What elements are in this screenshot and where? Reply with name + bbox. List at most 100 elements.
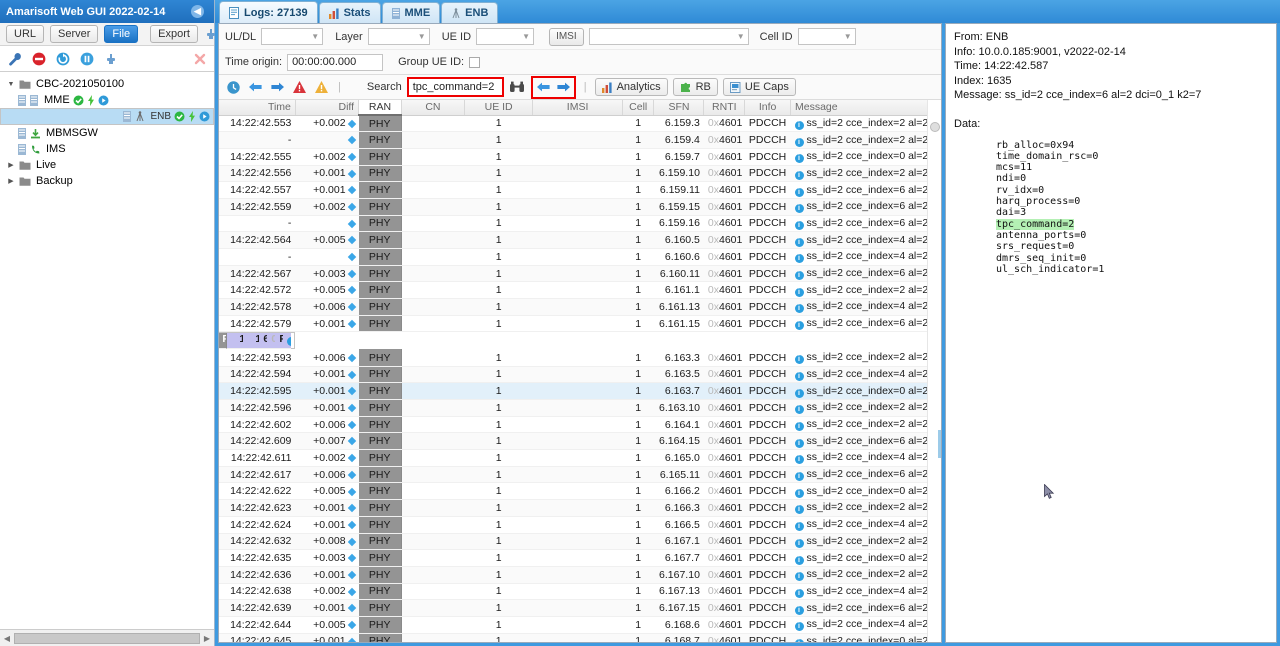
col-header-diff[interactable]: Diff (295, 100, 360, 116)
table-row[interactable]: 14:22:42.587+0.008PHY116.162.110x4601PDC… (219, 332, 296, 350)
uldl-select[interactable]: ▼ (261, 28, 324, 45)
log-table-container[interactable]: Time Diff RAN CN UE ID IMSI Cell SFN RNT… (219, 100, 941, 642)
error-triangle-icon[interactable] (291, 79, 308, 96)
col-header-imsi[interactable]: IMSI (532, 100, 623, 116)
imsi-button[interactable]: IMSI (549, 27, 584, 46)
table-row[interactable]: - PHY 1 1 6.160.6 0x4601 PDCCH i ss_id=2 cce_ind… (219, 248, 941, 266)
table-row[interactable]: 14:22:42.617 +0.006 PHY 1 1 6.165.11 0x4601 PDC… (219, 466, 941, 484)
tree-item-backup[interactable]: ▶ Backup (0, 173, 214, 189)
table-row[interactable]: 14:22:42.611 +0.002 PHY 1 1 6.165.0 0x4601 PDCC… (219, 449, 941, 467)
col-header-rnti[interactable]: RNTI (703, 100, 746, 116)
detail-time: Time: 14:22:42.587 (954, 60, 1049, 73)
table-row[interactable]: 14:22:42.567 +0.003 PHY 1 1 6.160.11 0x4601 PDC… (219, 265, 941, 283)
tree-item-mbmsgw[interactable]: MBMSGW (0, 125, 214, 141)
refresh-icon[interactable] (54, 50, 71, 67)
cell-imsi (532, 281, 623, 300)
col-header-ran[interactable]: RAN (358, 100, 402, 116)
table-row[interactable]: 14:22:42.644 +0.005 PHY 1 1 6.168.6 0x4601 PDCC… (219, 616, 941, 634)
table-row[interactable]: 14:22:42.557 +0.001 PHY 1 1 6.159.11 0x4601 PDC… (219, 181, 941, 199)
table-row[interactable]: - PHY 1 1 6.159.4 0x4601 PDCCH i ss_id=2 cce_ind… (219, 131, 941, 149)
chevron-right-icon[interactable]: ▶ (6, 161, 16, 169)
table-row[interactable]: 14:22:42.609 +0.007 PHY 1 1 6.164.15 0x4601 PDC… (219, 432, 941, 451)
scroll-left-arrow-icon[interactable]: ◀ (0, 634, 14, 643)
tree-item-mme[interactable]: MME (0, 92, 214, 108)
imsi-select[interactable]: ▼ (588, 28, 749, 45)
table-row[interactable]: 14:22:42.595 +0.001 PHY 1 1 6.163.7 0x4601 PDCC… (219, 382, 941, 400)
table-row[interactable]: 14:22:42.553 +0.002 PHY 1 1 6.159.3 0x4601 PDCC… (219, 115, 941, 133)
table-row[interactable]: 14:22:42.578 +0.006 PHY 1 1 6.161.13 0x4601 PDC… (219, 298, 941, 316)
stop-icon[interactable] (30, 50, 47, 67)
tree-item-enb[interactable]: ENB (0, 108, 214, 125)
table-row[interactable]: 14:22:42.594 +0.001 PHY 1 1 6.163.5 0x4601 PDCC… (219, 366, 941, 384)
col-header-cell[interactable]: Cell (622, 100, 655, 116)
col-header-info[interactable]: Info (744, 100, 791, 116)
table-row[interactable]: 14:22:42.638 +0.002 PHY 1 1 6.167.13 0x4601 PDC… (219, 583, 941, 601)
table-row[interactable]: 14:22:42.645 +0.001 PHY 1 1 6.168.7 0x4601 PDCC… (219, 633, 941, 642)
table-vertical-scrollbar[interactable] (927, 100, 941, 642)
col-header-cn[interactable]: CN (401, 100, 466, 116)
ue-caps-button[interactable]: UE Caps (722, 78, 796, 96)
binoculars-icon[interactable] (509, 79, 526, 96)
col-header-message[interactable]: Message (790, 100, 941, 116)
cell-rnti: 0x4601 (703, 566, 745, 584)
clock-icon[interactable] (225, 79, 242, 96)
wrench-icon[interactable] (6, 50, 23, 67)
url-button[interactable]: URL (6, 25, 45, 43)
table-row[interactable]: 14:22:42.572 +0.005 PHY 1 1 6.161.1 0x4601 PDCC… (219, 281, 941, 300)
table-row[interactable]: 14:22:42.596 +0.001 PHY 1 1 6.163.10 0x4601 PDC… (219, 399, 941, 417)
table-row[interactable]: 14:22:42.624 +0.001 PHY 1 1 6.166.5 0x4601 PDCC… (219, 516, 941, 534)
pause-icon[interactable] (78, 50, 95, 67)
table-row[interactable]: - PHY 1 1 6.159.16 0x4601 PDCCH i ss_id=2 cce_in… (219, 215, 941, 233)
scroll-right-arrow-icon[interactable]: ▶ (200, 634, 214, 643)
table-row[interactable]: 14:22:42.556 +0.001 PHY 1 1 6.159.10 0x4601 PDC… (219, 165, 941, 183)
cell-ran: PHY (358, 416, 402, 434)
table-row[interactable]: 14:22:42.564 +0.005 PHY 1 1 6.160.5 0x4601 PDCC… (219, 231, 941, 249)
group-ueid-checkbox[interactable] (469, 56, 481, 68)
panel-split-handle[interactable] (938, 430, 941, 458)
table-row[interactable]: 14:22:42.632 +0.008 PHY 1 1 6.167.1 0x4601 PDCC… (219, 533, 941, 551)
rb-button[interactable]: RB (672, 78, 718, 96)
chevron-down-icon[interactable]: ▼ (6, 81, 16, 88)
arrow-left-icon[interactable] (247, 79, 264, 96)
arrow-right-icon[interactable] (269, 79, 286, 96)
table-row[interactable]: 14:22:42.559 +0.002 PHY 1 1 6.159.15 0x4601 PDC… (219, 198, 941, 216)
table-row[interactable]: 14:22:42.555 +0.002 PHY 1 1 6.159.7 0x4601 PDCC… (219, 148, 941, 166)
table-row[interactable]: 14:22:42.623 +0.001 PHY 1 1 6.166.3 0x4601 PDCC… (219, 499, 941, 517)
col-header-ueid[interactable]: UE ID (464, 100, 534, 116)
plug-icon[interactable] (102, 50, 119, 67)
cellid-select[interactable]: ▼ (797, 28, 856, 45)
tree-item-live[interactable]: ▶ Live (0, 157, 214, 173)
tree-item-cbc[interactable]: ▼ CBC-2021050100 (0, 76, 214, 92)
export-button[interactable]: Export (150, 25, 198, 43)
arrow-left-icon[interactable] (535, 79, 552, 96)
tab-enb[interactable]: ENB (441, 2, 499, 23)
arrow-right-icon[interactable] (555, 79, 572, 96)
table-row[interactable]: 14:22:42.636 +0.001 PHY 1 1 6.167.10 0x4601 PDC… (219, 566, 941, 584)
scroll-thumb[interactable] (14, 632, 200, 644)
tree-item-ims[interactable]: IMS (0, 141, 214, 157)
tab-stats[interactable]: Stats (318, 2, 381, 23)
time-origin-input[interactable]: 00:00:00.000 (287, 53, 384, 71)
table-row[interactable]: 14:22:42.635 +0.003 PHY 1 1 6.167.7 0x4601 PDCC… (219, 549, 941, 567)
table-row[interactable]: 14:22:42.622 +0.005 PHY 1 1 6.166.2 0x4601 PDCC… (219, 482, 941, 501)
server-button[interactable]: Server (50, 25, 99, 43)
chevron-left-icon[interactable]: ◀ (191, 5, 204, 18)
table-row[interactable]: 14:22:42.639 +0.001 PHY 1 1 6.167.15 0x4601 PDC… (219, 599, 941, 617)
table-row[interactable]: 14:22:42.593 +0.006 PHY 1 1 6.163.3 0x4601 PDCC… (219, 349, 941, 367)
analytics-button[interactable]: Analytics (594, 78, 668, 96)
table-row[interactable]: 14:22:42.602 +0.006 PHY 1 1 6.164.1 0x4601 PDCC… (219, 416, 941, 434)
col-header-sfn[interactable]: SFN (653, 100, 705, 116)
search-input[interactable]: tpc_command=2 (408, 79, 502, 95)
sidebar-horizontal-scrollbar[interactable]: ◀ ▶ (0, 629, 214, 646)
file-button[interactable]: File (104, 25, 139, 43)
scroll-thumb[interactable] (930, 122, 940, 132)
chevron-right-icon[interactable]: ▶ (6, 177, 16, 185)
table-row[interactable]: 14:22:42.579 +0.001 PHY 1 1 6.161.15 0x4601 PDC… (219, 315, 941, 333)
tab-logs[interactable]: Logs: 27139 (219, 1, 318, 23)
close-x-icon[interactable] (191, 50, 208, 67)
col-header-time[interactable]: Time (219, 100, 296, 116)
warning-triangle-icon[interactable] (313, 79, 330, 96)
layer-select[interactable]: ▼ (367, 28, 430, 45)
tab-mme[interactable]: MME (381, 2, 441, 23)
ueid-select[interactable]: ▼ (476, 28, 535, 45)
